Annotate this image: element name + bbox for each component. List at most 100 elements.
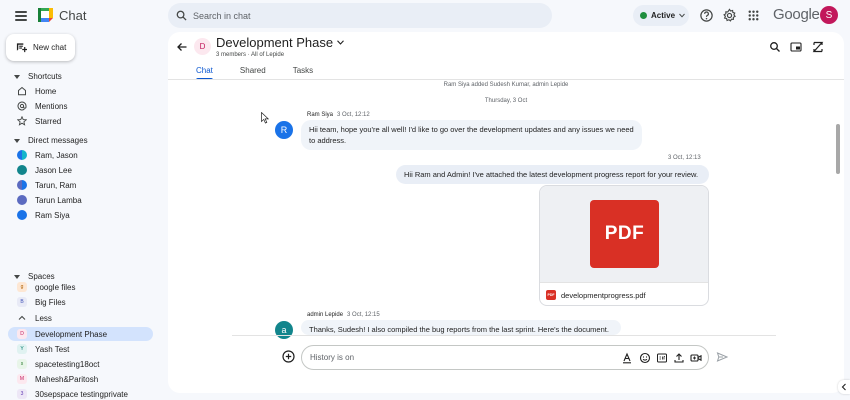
sidebar-item-label: Ram, Jason <box>35 150 78 160</box>
search-input[interactable] <box>193 10 523 21</box>
sidebar-space-yash-test[interactable]: Y Yash Test <box>8 342 153 356</box>
message-bubble[interactable]: Hii Ram and Admin! I've attached the lat… <box>396 165 709 184</box>
attachment-footer: PDF developmentprogress.pdf <box>540 282 708 305</box>
search-icon[interactable] <box>176 10 187 21</box>
status-label: Active <box>651 11 676 20</box>
group-avatar <box>17 180 27 190</box>
sidebar-item-label: Yash Test <box>35 344 70 354</box>
header-divider <box>168 79 844 80</box>
sidebar-item-mentions[interactable]: Mentions <box>8 99 153 113</box>
sidebar-item-label: Big Files <box>35 297 66 307</box>
help-icon[interactable] <box>699 8 714 23</box>
sidebar-item-starred[interactable]: Starred <box>8 114 153 128</box>
video-call-icon[interactable] <box>690 352 702 364</box>
message-meta: admin Lepide 3 Oct, 12:15 <box>307 312 380 318</box>
attachment-preview: PDF <box>540 186 708 282</box>
text-format-icon[interactable] <box>621 352 633 364</box>
sidebar-dm-jason-lee[interactable]: Jason Lee <box>8 163 153 177</box>
sidebar-space-mahesh-paritosh[interactable]: M Mahesh&Paritosh <box>8 372 153 386</box>
space-title: Development Phase <box>216 35 334 50</box>
message-bubble[interactable]: Thanks, Sudesh! I also compiled the bug … <box>301 320 621 335</box>
sidebar-space-30sepspace[interactable]: 3 30sepspace testingprivate <box>8 387 153 400</box>
user-avatar[interactable]: a <box>275 321 293 339</box>
at-sign-icon <box>17 101 27 111</box>
message-input[interactable] <box>310 353 610 362</box>
mouse-pointer-icon <box>261 112 269 124</box>
chat-scrollbar[interactable] <box>836 124 840 174</box>
user-avatar <box>17 165 27 175</box>
shortcuts-heading: Shortcuts <box>28 72 62 81</box>
account-avatar[interactable]: S <box>820 6 838 24</box>
direct-messages-section-toggle[interactable]: Direct messages <box>14 136 88 145</box>
add-circle-icon[interactable] <box>282 350 295 363</box>
member-count[interactable]: 3 members <box>216 52 246 58</box>
space-subtitle: 3 members · All of Lepide <box>216 52 284 58</box>
search-bar[interactable] <box>168 3 552 28</box>
new-chat-label: New chat <box>33 43 67 52</box>
new-chat-icon <box>16 43 27 53</box>
message-bubble[interactable]: Hii team, hope you're all well! I'd like… <box>301 120 642 150</box>
message-time: 3 Oct, 12:12 <box>337 112 370 118</box>
sidebar-item-label: Mahesh&Paritosh <box>35 374 99 384</box>
google-logo[interactable]: Google <box>773 6 820 23</box>
message-author[interactable]: Ram Siya <box>307 112 333 118</box>
message-composer[interactable] <box>301 345 709 370</box>
sidebar-show-less[interactable]: Less <box>8 311 153 325</box>
sidebar-dm-ram-siya[interactable]: Ram Siya <box>8 208 153 222</box>
back-arrow-icon[interactable] <box>176 41 188 53</box>
tab-tasks[interactable]: Tasks <box>293 66 313 80</box>
sidebar-space-google-files[interactable]: g google files <box>8 280 153 294</box>
new-chat-button[interactable]: New chat <box>6 34 75 61</box>
sidebar-item-label: Less <box>35 313 52 323</box>
gif-icon[interactable] <box>656 352 668 364</box>
search-icon[interactable] <box>769 41 781 53</box>
chat-panel: D Development Phase 3 members · All of L… <box>168 32 844 393</box>
sidebar-dm-tarun-ram[interactable]: Tarun, Ram <box>8 178 153 192</box>
caret-down-icon <box>14 138 20 143</box>
tab-chat[interactable]: Chat <box>196 66 213 80</box>
sidebar-item-label: Jason Lee <box>35 165 72 175</box>
sidebar-space-spacetesting18oct[interactable]: s spacetesting18oct <box>8 357 153 371</box>
app-title: Chat <box>59 8 87 23</box>
sidebar-space-development-phase[interactable]: D Development Phase <box>8 327 153 341</box>
threads-icon[interactable] <box>812 41 824 53</box>
emoji-icon[interactable] <box>639 352 651 364</box>
send-icon[interactable] <box>716 351 728 363</box>
space-title-menu[interactable]: Development Phase <box>216 35 344 50</box>
sidebar-dm-tarun-lamba[interactable]: Tarun Lamba <box>8 193 153 207</box>
attachment-file-name: developmentprogress.pdf <box>561 290 646 300</box>
direct-messages-heading: Direct messages <box>28 136 88 145</box>
composer-divider <box>232 335 776 336</box>
apps-grid-icon[interactable] <box>746 8 761 23</box>
message-author[interactable]: admin Lepide <box>307 312 343 318</box>
sidebar-item-label: google files <box>35 282 76 292</box>
caret-down-icon <box>14 274 20 279</box>
chevron-down-icon <box>337 40 344 45</box>
sidebar-item-label: Tarun Lamba <box>35 195 82 205</box>
user-avatar[interactable]: R <box>275 121 293 139</box>
sidebar-item-label: Starred <box>35 116 62 126</box>
sidebar-item-label: Tarun, Ram <box>35 180 77 190</box>
main-menu-button[interactable] <box>12 7 30 25</box>
settings-gear-icon[interactable] <box>722 8 737 23</box>
status-dropdown[interactable]: Active <box>633 5 689 26</box>
system-message: Ram Siya added Sudesh Kumar, admin Lepid… <box>443 82 569 88</box>
shortcuts-section-toggle[interactable]: Shortcuts <box>14 72 62 81</box>
picture-in-picture-icon[interactable] <box>790 41 802 53</box>
pdf-attachment-card[interactable]: PDF PDF developmentprogress.pdf <box>539 185 709 306</box>
sidebar-item-home[interactable]: Home <box>8 84 153 98</box>
group-avatar <box>17 150 27 160</box>
tab-shared[interactable]: Shared <box>240 66 266 80</box>
chevron-up-icon <box>18 315 26 320</box>
chat-logo-icon[interactable] <box>37 7 54 23</box>
sidebar-item-label: 30sepspace testingprivate <box>35 389 128 399</box>
sidebar-dm-ram-jason[interactable]: Ram, Jason <box>8 148 153 162</box>
pdf-small-icon: PDF <box>546 290 556 300</box>
space-avatar: M <box>17 374 27 384</box>
sidebar-space-big-files[interactable]: B Big Files <box>8 295 153 309</box>
star-icon <box>17 116 27 126</box>
top-bar: Chat Active Google S <box>0 0 850 32</box>
upload-icon[interactable] <box>673 352 685 364</box>
space-avatar: D <box>17 329 27 339</box>
collapse-side-panel-button[interactable] <box>838 380 850 394</box>
